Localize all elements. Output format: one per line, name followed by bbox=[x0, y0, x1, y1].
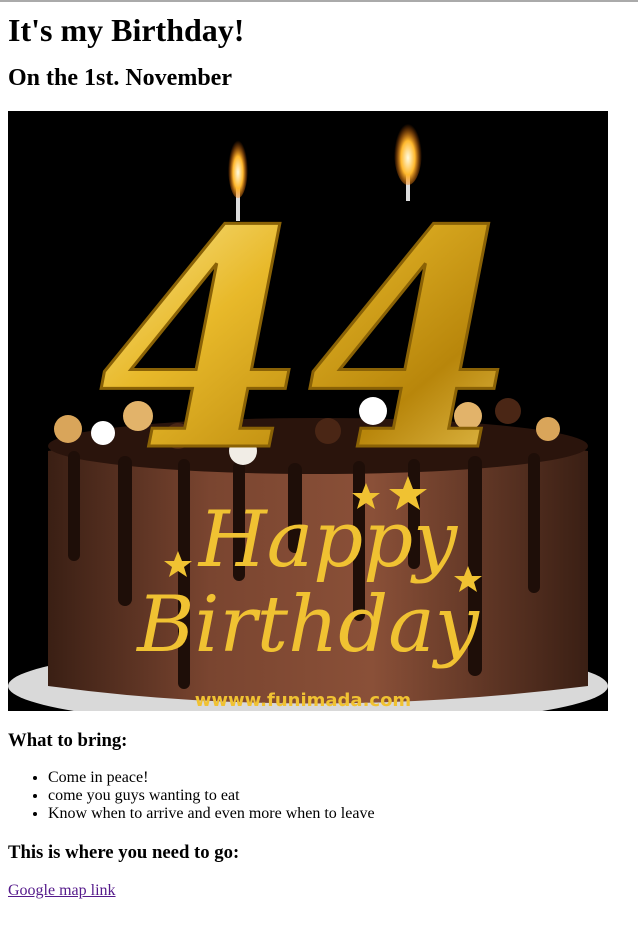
page-content: It's my Birthday! On the 1st. November 4… bbox=[0, 12, 638, 900]
list-item: come you guys wanting to eat bbox=[48, 787, 630, 805]
location-heading: This is where you need to go: bbox=[8, 842, 240, 863]
page-title: It's my Birthday! bbox=[8, 12, 245, 48]
happy-script-text: Happy bbox=[197, 495, 458, 585]
google-map-link[interactable]: Google map link bbox=[8, 882, 116, 900]
birthday-script-text: Birthday bbox=[135, 580, 480, 670]
watermark-text: wwww.funimada.com bbox=[195, 690, 411, 711]
birthday-cake-image: 44 Happy Birthday wwww.funimada.com bbox=[8, 111, 608, 711]
age-candle-number: 44 bbox=[99, 164, 516, 517]
list-item: Come in peace! bbox=[48, 769, 630, 787]
what-to-bring-heading: What to bring: bbox=[8, 730, 128, 751]
bring-list: Come in peace! come you guys wanting to … bbox=[8, 769, 630, 823]
event-date: On the 1st. November bbox=[8, 65, 232, 91]
list-item: Know when to arrive and even more when t… bbox=[48, 805, 630, 823]
